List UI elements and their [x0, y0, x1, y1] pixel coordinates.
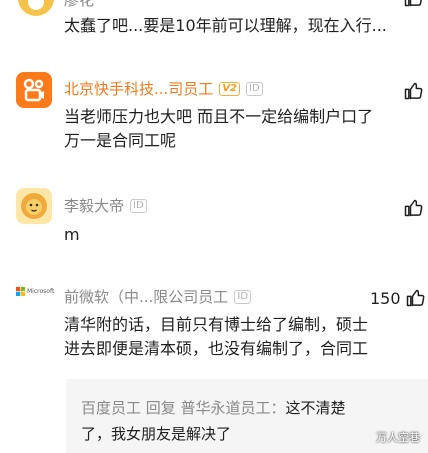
id-badge: ID	[234, 290, 251, 304]
name-row: 李毅大帝 ID	[64, 196, 147, 216]
username[interactable]: 李毅大帝	[64, 196, 124, 216]
thumbs-up-icon	[406, 289, 424, 307]
verified-badge: V2	[219, 82, 241, 96]
reply-line: 百度员工 回复 普华永道员工：这不清楚	[81, 395, 421, 421]
microsoft-wordmark: Microsoft	[27, 288, 55, 295]
comment-text: 清华附的话，目前只有博士给了编制，硕士 进去即便是清本硕，也没有编制了，合同工	[64, 313, 414, 361]
name-row: 廖花	[64, 0, 94, 10]
thumbs-up-icon	[404, 82, 423, 100]
id-badge: ID	[246, 82, 263, 96]
like-button[interactable]	[403, 198, 423, 218]
comment-text-line: 进去即便是清本硕，也没有编制了，合同工	[64, 339, 369, 358]
name-row: 前微软（中...限公司员工 ID	[64, 287, 251, 307]
thumbs-up-icon	[404, 199, 423, 217]
reply-meta[interactable]: 百度员工 回复 普华永道员工：	[81, 399, 286, 417]
microsoft-logo-icon	[16, 287, 25, 296]
reply-line: 了，我女朋友是解决了	[81, 425, 232, 443]
avatar[interactable]	[16, 188, 52, 224]
name-row: 北京快手科技...司员工 V2 ID	[64, 79, 263, 99]
comment-text: 太蠢了吧...要是10年前可以理解，现在入行...	[64, 16, 387, 35]
comment-text-line: 清华附的话，目前只有博士给了编制，硕士	[64, 315, 369, 334]
like-button[interactable]	[403, 0, 423, 8]
reply-text-tail: 这不清楚	[285, 399, 346, 417]
watermark: 万人空巷	[376, 431, 420, 444]
reply-text: 百度员工 回复 普华永道员工：这不清楚 了，我女朋友是解决了	[81, 395, 421, 447]
like-count: 150	[370, 288, 401, 308]
like-button[interactable]: 150	[370, 288, 425, 308]
kuaishou-logo-icon	[16, 72, 52, 108]
username[interactable]: 前微软（中...限公司员工	[64, 287, 228, 307]
avatar[interactable]	[16, 72, 52, 108]
avatar[interactable]	[18, 0, 54, 16]
thumbs-up-icon	[404, 0, 422, 7]
comment-text-line: 万一是合同工呢	[64, 131, 177, 150]
avatar[interactable]: Microsoft	[16, 287, 56, 305]
comment-text: 当老师压力也大吧 而且不一定给编制户口了 万一是合同工呢	[64, 105, 414, 153]
comment-text: m	[64, 225, 80, 244]
lion-avatar-icon	[16, 188, 52, 224]
id-badge: ID	[130, 199, 147, 213]
bear-avatar-icon	[18, 0, 54, 16]
comment-text-line: 当老师压力也大吧 而且不一定给编制户口了	[64, 107, 374, 126]
username[interactable]: 北京快手科技...司员工	[64, 79, 213, 99]
reply-box[interactable]: 百度员工 回复 普华永道员工：这不清楚 了，我女朋友是解决了	[66, 379, 428, 453]
like-button[interactable]	[403, 81, 423, 101]
username[interactable]: 廖花	[64, 0, 94, 10]
